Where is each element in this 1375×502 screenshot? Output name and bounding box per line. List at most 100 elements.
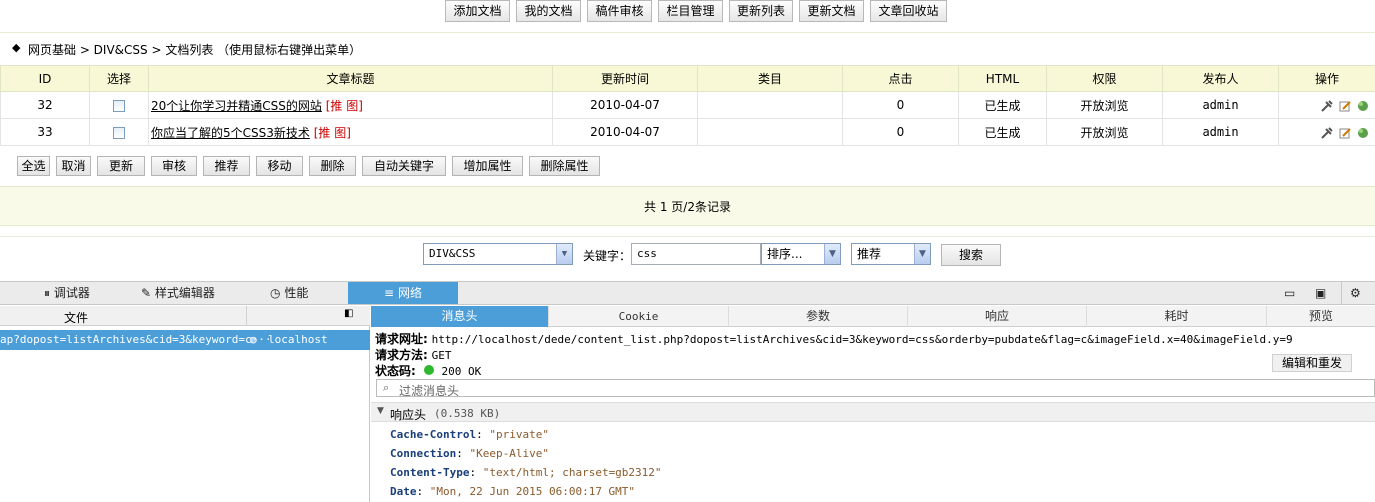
row-clicks: 0 — [842, 118, 959, 146]
category-select[interactable]: DIV&CSS ▼ — [423, 243, 573, 265]
tab-timings[interactable]: 耗时 — [1087, 306, 1267, 327]
request-file: ap?dopost=listArchives&cid=3&keyword=c··… — [0, 333, 272, 346]
delete-button[interactable]: 删除 — [309, 156, 356, 176]
row-title-cell: 你应当了解的5个CSS3新技术 [推 图] — [148, 118, 553, 146]
row-permission: 开放浏览 — [1046, 118, 1163, 146]
request-method: GET — [431, 349, 452, 362]
col-header-html: HTML — [958, 65, 1047, 92]
review-button[interactable]: 稿件审核 — [587, 0, 652, 22]
edit-icon[interactable] — [1339, 100, 1351, 112]
add-document-button[interactable]: 添加文档 — [445, 0, 510, 22]
tab-preview[interactable]: 预览 — [1267, 306, 1375, 327]
column-divider — [246, 306, 247, 326]
request-url-line: 请求网址: http://localhost/dede/content_list… — [375, 330, 1293, 347]
move-button[interactable]: 移动 — [256, 156, 303, 176]
table-header-row: ID 选择 文章标题 更新时间 类目 点击 HTML 权限 发布人 操作 — [0, 65, 1375, 92]
article-title-link[interactable]: 你应当了解的5个CSS3新技术 — [151, 126, 310, 140]
header-entry: Content-Type: "text/html; charset=gb2312… — [390, 466, 662, 479]
filter-headers-input[interactable]: ⌕ 过滤消息头 — [376, 379, 1375, 398]
tab-response[interactable]: 响应 — [908, 306, 1087, 327]
audit-button[interactable]: 审核 — [151, 156, 197, 176]
filter-placeholder: 过滤消息头 — [399, 384, 460, 398]
status-code: 200 OK — [441, 365, 482, 378]
category-select-value: DIV&CSS — [429, 247, 476, 260]
table-row: 33 你应当了解的5个CSS3新技术 [推 图] 2010-04-07 0 已生… — [0, 118, 1375, 146]
tab-style-editor[interactable]: ✎ 样式编辑器 — [141, 282, 251, 304]
row-html: 已生成 — [958, 91, 1047, 119]
preview-globe-icon[interactable] — [1357, 100, 1369, 112]
order-select-value: 排序... — [767, 247, 803, 261]
update-document-button[interactable]: 更新文档 — [799, 0, 864, 22]
requests-pane: 文件 ◧ ap?dopost=listArchives&cid=3&keywor… — [0, 306, 370, 502]
header-entry: Cache-Control: "private" — [390, 428, 549, 441]
request-row[interactable]: ap?dopost=listArchives&cid=3&keyword=c··… — [0, 330, 370, 350]
col-header-author: 发布人 — [1162, 65, 1279, 92]
row-select — [89, 118, 149, 146]
row-author: admin — [1162, 118, 1279, 146]
header-key: Date — [390, 485, 417, 498]
update-button[interactable]: 更新 — [97, 156, 145, 176]
row-html: 已生成 — [958, 118, 1047, 146]
flag-select[interactable]: 推荐 ▼ — [851, 243, 931, 265]
tab-network[interactable]: ≡ 网络 — [348, 282, 458, 304]
request-domain: localhost — [268, 333, 328, 346]
pencil-icon: ✎ — [141, 286, 152, 300]
tab-params[interactable]: 参数 — [729, 306, 908, 327]
diamond-icon: ◆ — [12, 41, 21, 54]
col-header-id: ID — [0, 65, 90, 92]
delete-attribute-button[interactable]: 删除属性 — [529, 156, 600, 176]
row-checkbox[interactable] — [113, 126, 125, 139]
search-button[interactable]: 搜索 — [941, 244, 1001, 266]
deselect-button[interactable]: 取消 — [56, 156, 91, 176]
triangle-down-icon: ▼ — [377, 406, 384, 416]
select-all-button[interactable]: 全选 — [17, 156, 50, 176]
gear-icon[interactable]: ⚙ — [1350, 282, 1366, 304]
my-documents-button[interactable]: 我的文档 — [516, 0, 581, 22]
recycle-bin-button[interactable]: 文章回收站 — [870, 0, 947, 22]
row-category — [697, 118, 843, 146]
tools-icon[interactable] — [1321, 126, 1333, 139]
batch-actions: 全选 取消 更新 审核 推荐 移动 删除 自动关键字 增加属性 删除属性 — [0, 146, 1375, 186]
add-attribute-button[interactable]: 增加属性 — [452, 156, 523, 176]
tab-style-editor-label: 样式编辑器 — [154, 286, 215, 300]
order-select[interactable]: 排序... ▼ — [761, 243, 841, 265]
tab-performance[interactable]: ◷ 性能 — [270, 282, 340, 304]
details-tabs: 消息头 Cookie 参数 响应 耗时 预览 — [371, 306, 1375, 327]
response-headers-size: (0.538 KB) — [434, 407, 501, 420]
row-date: 2010-04-07 — [552, 91, 698, 119]
row-id: 33 — [0, 118, 90, 146]
split-console-icon[interactable]: ▭ — [1284, 282, 1300, 304]
row-permission: 开放浏览 — [1046, 91, 1163, 119]
auto-keyword-button[interactable]: 自动关键字 — [362, 156, 446, 176]
col-header-select: 选择 — [89, 65, 149, 92]
edit-icon[interactable] — [1339, 127, 1351, 139]
file-header-label: 文件 — [64, 311, 89, 325]
chevron-down-icon: ▼ — [556, 244, 572, 264]
chevron-down-icon: ▼ — [824, 244, 840, 264]
stopwatch-icon: ◷ — [270, 286, 281, 300]
row-checkbox[interactable] — [113, 99, 125, 112]
toggle-sidebar-icon[interactable]: ◧ — [344, 308, 353, 319]
response-headers-section[interactable]: ▼ 响应头 (0.538 KB) — [371, 402, 1375, 422]
tab-debugger[interactable]: ⏸ 调试器 — [44, 282, 134, 304]
article-flags[interactable]: [推 图] — [326, 99, 363, 113]
globe-icon: ◍ — [250, 333, 257, 346]
edit-resend-button[interactable]: 编辑和重发 — [1272, 354, 1352, 372]
request-url[interactable]: http://localhost/dede/content_list.php?d… — [432, 333, 1293, 346]
recommend-button[interactable]: 推荐 — [203, 156, 250, 176]
header-value: "private" — [489, 428, 549, 441]
update-list-button[interactable]: 更新列表 — [729, 0, 793, 22]
article-title-link[interactable]: 20个让你学习并精通CSS的网站 — [151, 99, 322, 113]
tools-icon[interactable] — [1321, 99, 1333, 112]
column-manage-button[interactable]: 栏目管理 — [658, 0, 723, 22]
search-bar: DIV&CSS ▼ 关键字： css 排序... ▼ 推荐 ▼ 搜索 — [0, 236, 1375, 272]
tab-cookie[interactable]: Cookie — [549, 306, 729, 327]
article-flags[interactable]: [推 图] — [314, 126, 351, 140]
preview-globe-icon[interactable] — [1357, 127, 1369, 139]
tab-headers[interactable]: 消息头 — [371, 306, 549, 327]
row-ops — [1278, 118, 1375, 146]
dock-icon[interactable]: ▣ — [1315, 282, 1331, 304]
table-row: 32 20个让你学习并精通CSS的网站 [推 图] 2010-04-07 0 已… — [0, 91, 1375, 119]
keyword-input[interactable]: css — [631, 243, 761, 265]
header-key: Connection — [390, 447, 457, 460]
